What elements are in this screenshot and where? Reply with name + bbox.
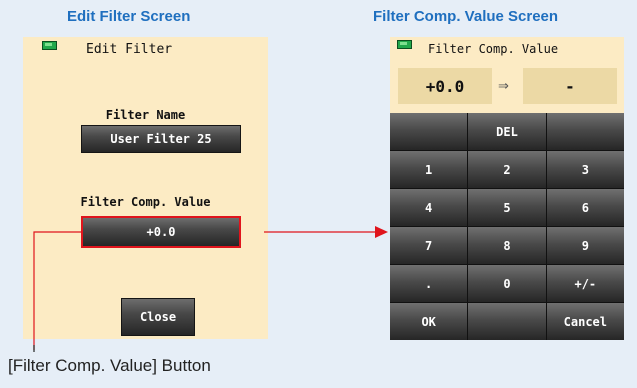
callout-arrowhead [375,226,388,238]
callout-leader-line [33,231,81,350]
annotation-connectors [33,226,388,352]
filter-comp-callout-label: [Filter Comp. Value] Button [8,356,211,375]
